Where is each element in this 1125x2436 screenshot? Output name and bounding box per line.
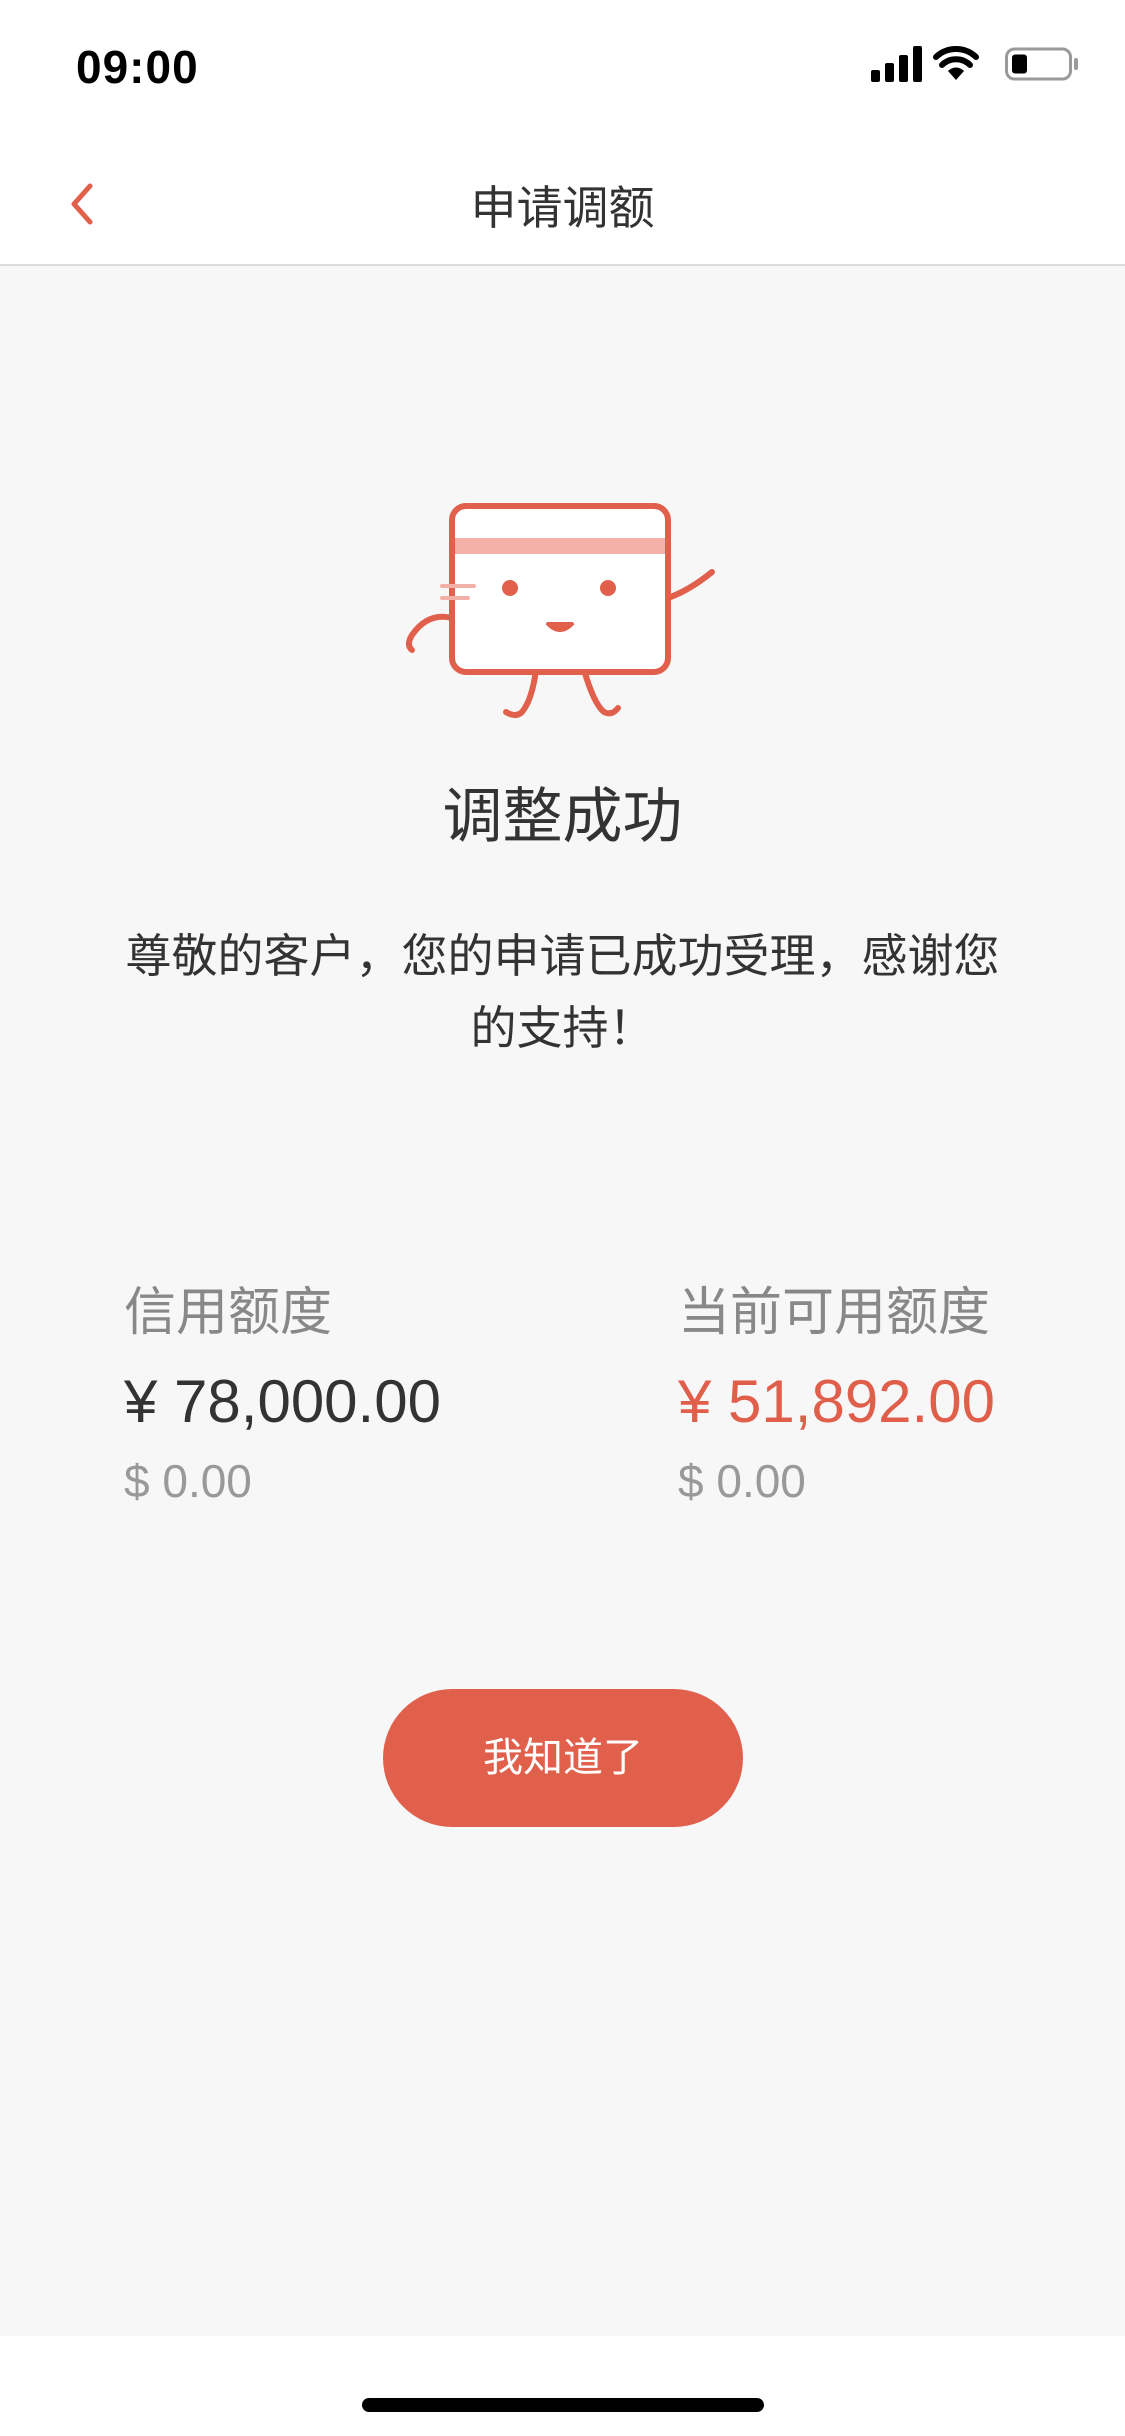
wifi-icon [933, 46, 979, 80]
available-limit-usd: $ 0.00 [678, 1455, 806, 1507]
confirm-button[interactable]: 我知道了 [383, 1689, 743, 1827]
credit-card-mascot-icon [406, 503, 715, 718]
status-time: 09:00 [76, 41, 199, 93]
credit-limit-cny: ¥ 78,000.00 [124, 1368, 441, 1435]
page-title: 申请调额 [470, 181, 655, 235]
nav-bar: 申请调额 [0, 136, 1125, 266]
battery-icon [1005, 47, 1078, 81]
status-bar: 09:00 [0, 0, 1125, 136]
available-limit-block: 当前可用额度 ¥ 51,892.00 $ 0.00 [678, 1270, 995, 1508]
result-message: 尊敬的客户，您的申请已成功受理，感谢您的支持！ [125, 929, 1000, 1055]
result-title: 调整成功 [442, 782, 683, 852]
home-indicator[interactable] [362, 2398, 764, 2412]
signal-icon [871, 46, 922, 82]
home-indicator-area [0, 2336, 1125, 2436]
credit-limit-block: 信用额度 ¥ 78,000.00 $ 0.00 [124, 1270, 441, 1508]
success-screen: 09:00 申请调额 调整成功 尊敬的客户，您的申请已成功受理，感谢您的支持！ … [0, 0, 1125, 2436]
available-limit-cny: ¥ 51,892.00 [678, 1368, 995, 1435]
credit-limit-usd: $ 0.00 [124, 1455, 252, 1507]
credit-limit-label: 信用额度 [124, 1283, 333, 1343]
available-limit-label: 当前可用额度 [678, 1283, 991, 1343]
